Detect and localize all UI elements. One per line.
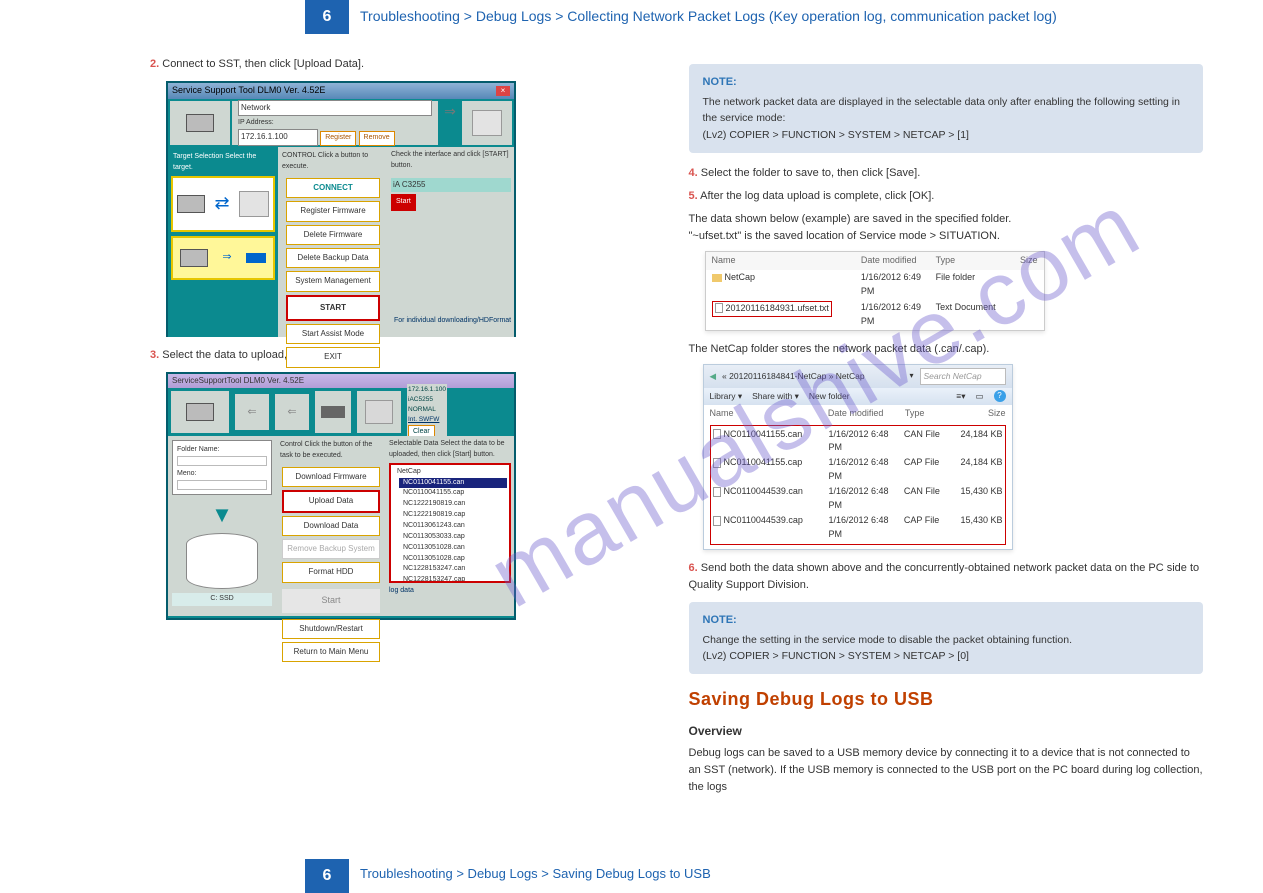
explanation-text: The data shown below (example) are saved… bbox=[689, 211, 1204, 245]
netcap-explanation: The NetCap folder stores the network pac… bbox=[689, 341, 1204, 358]
target-mfp[interactable]: ⇄ bbox=[171, 176, 275, 232]
download-firmware-button[interactable]: Download Firmware bbox=[282, 467, 380, 487]
folder-name-input[interactable] bbox=[177, 456, 267, 466]
step-6: 6. Send both the data shown above and th… bbox=[689, 560, 1204, 594]
shutdown-restart-button[interactable]: Shutdown/Restart bbox=[282, 619, 380, 639]
table-row[interactable]: NC0110044539.can1/16/2012 6:48 PMCAN Fil… bbox=[713, 485, 1003, 514]
help-icon[interactable]: ? bbox=[994, 390, 1006, 402]
file-icon bbox=[715, 303, 723, 313]
page-number-bottom: 6 bbox=[305, 859, 349, 893]
view-icon[interactable]: ≡▾ bbox=[956, 390, 965, 403]
preview-icon[interactable]: ▭ bbox=[975, 390, 983, 403]
right-column: NOTE: The network packet data are displa… bbox=[689, 56, 1204, 796]
footer-breadcrumb: Troubleshooting > Debug Logs > Saving De… bbox=[360, 866, 711, 881]
table-row[interactable]: 20120116184931.ufset.txt 1/16/2012 6:49 … bbox=[706, 300, 1044, 330]
search-input[interactable]: Search NetCap bbox=[920, 368, 1006, 385]
folder-icon bbox=[712, 274, 722, 282]
note-box-2: NOTE: Change the setting in the service … bbox=[689, 602, 1204, 675]
register-button[interactable]: Register bbox=[320, 131, 356, 146]
remove-backup-button: Remove Backup System bbox=[282, 539, 380, 559]
breadcrumb[interactable]: « 20120116184841-NetCap » NetCap bbox=[722, 370, 903, 383]
step-4: 4. Select the folder to save to, then cl… bbox=[689, 165, 1204, 182]
explorer-screenshot-1: NameDate modifiedTypeSize NetCap 1/16/20… bbox=[705, 251, 1045, 331]
start-button[interactable]: START bbox=[286, 295, 380, 321]
model-select[interactable]: iA C3255 bbox=[391, 178, 511, 192]
int-swfw-link[interactable]: Int. SWFW bbox=[408, 415, 446, 425]
list-item[interactable]: NC0113051028.can bbox=[399, 543, 507, 554]
library-menu[interactable]: Library ▾ bbox=[710, 390, 743, 403]
exit-button[interactable]: EXIT bbox=[286, 347, 380, 367]
left-column: 2. Connect to SST, then click [Upload Da… bbox=[150, 56, 665, 796]
ip-field[interactable]: 172.16.1.100 bbox=[238, 129, 318, 145]
log-data-link[interactable]: log data bbox=[389, 586, 511, 597]
chapter-header: Troubleshooting > Debug Logs > Collectin… bbox=[360, 8, 1057, 24]
list-item[interactable]: NC0110041155.can bbox=[399, 478, 507, 489]
storage-icon bbox=[186, 533, 258, 589]
share-menu[interactable]: Share with ▾ bbox=[752, 390, 799, 403]
section-heading: Saving Debug Logs to USB bbox=[689, 686, 1204, 714]
list-item[interactable]: NC1222190819.cap bbox=[399, 510, 507, 521]
list-item[interactable]: NC0113053033.cap bbox=[399, 532, 507, 543]
list-item[interactable]: NC0113061243.can bbox=[399, 521, 507, 532]
subheading: Overview bbox=[689, 722, 1204, 741]
delete-firmware-button[interactable]: Delete Firmware bbox=[286, 225, 380, 245]
network-select[interactable]: Network bbox=[238, 100, 432, 116]
list-item[interactable]: NC0110041155.cap bbox=[399, 488, 507, 499]
connect-button[interactable]: CONNECT bbox=[286, 178, 380, 198]
return-main-button[interactable]: Return to Main Menu bbox=[282, 642, 380, 662]
remove-button[interactable]: Remove bbox=[359, 131, 395, 146]
memo-input[interactable] bbox=[177, 480, 267, 490]
sst-screenshot-1: Service Support Tool DLM0 Ver. 4.52E × Ne… bbox=[166, 81, 516, 337]
sst-screenshot-2: ServiceSupportTool DLM0 Ver. 4.52E ⇐ ⇐ 1… bbox=[166, 372, 516, 620]
list-item[interactable]: NC1228153247.cap bbox=[399, 575, 507, 583]
laptop-icon bbox=[186, 114, 214, 132]
delete-backup-button[interactable]: Delete Backup Data bbox=[286, 248, 380, 268]
table-row[interactable]: NC0110041155.cap1/16/2012 6:48 PMCAP Fil… bbox=[713, 456, 1003, 485]
new-folder-button[interactable]: New folder bbox=[809, 390, 850, 403]
start-button[interactable]: Start bbox=[282, 589, 380, 613]
drive-select[interactable]: C: SSD bbox=[172, 593, 272, 606]
start-badge[interactable]: Start bbox=[391, 194, 416, 211]
assist-mode-button[interactable]: Start Assist Mode bbox=[286, 324, 380, 344]
down-arrow-icon: ▼ bbox=[172, 498, 272, 532]
step-5: 5. After the log data upload is complete… bbox=[689, 188, 1204, 205]
format-hdd-button[interactable]: Format HDD bbox=[282, 562, 380, 582]
sst1-title: Service Support Tool DLM0 Ver. 4.52E bbox=[172, 84, 325, 98]
table-row[interactable]: NetCap 1/16/2012 6:49 PMFile folder bbox=[706, 270, 1044, 300]
page-number-top: 6 bbox=[305, 0, 349, 34]
laptop-icon bbox=[186, 403, 214, 421]
table-row[interactable]: NC0110041155.can1/16/2012 6:48 PMCAN Fil… bbox=[713, 427, 1003, 456]
step-2: 2. Connect to SST, then click [Upload Da… bbox=[150, 56, 665, 73]
close-icon[interactable]: × bbox=[496, 86, 510, 96]
step-3: 3. Select the data to upload, then click… bbox=[150, 347, 665, 364]
target-usb[interactable]: ⇒ bbox=[171, 236, 275, 280]
overview-text: Debug logs can be saved to a USB memory … bbox=[689, 745, 1204, 796]
system-management-button[interactable]: System Management bbox=[286, 271, 380, 291]
register-firmware-button[interactable]: Register Firmware bbox=[286, 201, 380, 221]
list-item[interactable]: NC1228153247.can bbox=[399, 564, 507, 575]
list-item[interactable]: NC0113051028.cap bbox=[399, 554, 507, 565]
table-row[interactable]: NC0110044539.cap1/16/2012 6:48 PMCAP Fil… bbox=[713, 514, 1003, 543]
hdformat-link[interactable]: For individual downloading/HDFormat bbox=[394, 316, 511, 327]
explorer-screenshot-2: ◀ « 20120116184841-NetCap » NetCap ▾ Sea… bbox=[703, 364, 1013, 550]
selectable-data-tree[interactable]: NetCap NC0110041155.can NC0110041155.cap… bbox=[389, 463, 511, 583]
back-icon[interactable]: ◀ bbox=[710, 370, 717, 383]
download-data-button[interactable]: Download Data bbox=[282, 516, 380, 536]
note-box-1: NOTE: The network packet data are displa… bbox=[689, 64, 1204, 153]
upload-data-button[interactable]: Upload Data bbox=[282, 490, 380, 512]
printer-icon bbox=[472, 110, 502, 136]
list-item[interactable]: NC1222190819.can bbox=[399, 499, 507, 510]
printer-icon bbox=[365, 400, 393, 424]
